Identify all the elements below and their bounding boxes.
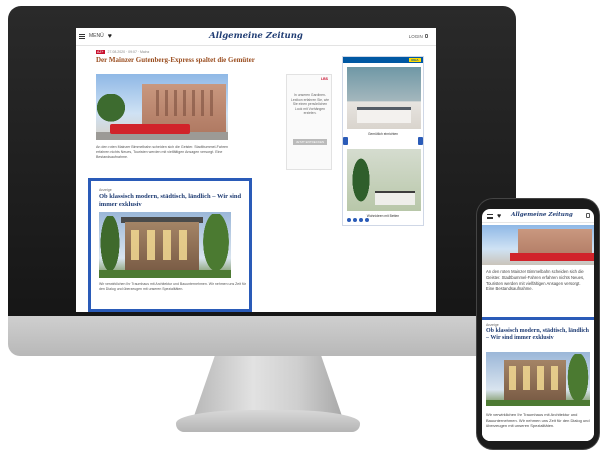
article-date: 27.08.2020 · 09:07 · Mainz [107, 50, 150, 54]
sponsored-headline[interactable]: Ob klassisch modern, städtisch, ländlich… [99, 193, 249, 208]
sponsored-image[interactable] [99, 212, 231, 278]
monitor-stand-base [176, 410, 360, 432]
menu-button[interactable]: MENÜ ♥ [79, 33, 112, 40]
menu-label: MENÜ [89, 33, 104, 39]
hamburger-icon[interactable] [487, 214, 493, 219]
phone-sponsored-headline[interactable]: Ob klassisch modern, städtisch, ländlich… [486, 328, 592, 342]
ad-image-bedroom[interactable] [347, 67, 421, 129]
smartphone: ♥ Allgemeine Zeitung An den roten Mainze… [477, 199, 599, 449]
phone-sponsored-article[interactable]: Anzeige Ob klassisch modern, städtisch, … [482, 317, 594, 441]
carousel-next-icon[interactable] [418, 137, 423, 145]
hamburger-icon [79, 33, 85, 39]
sponsored-teaser: Wir verwirklichen Ihr Traumhaus mit Arch… [99, 282, 247, 291]
desktop-screen: MENÜ ♥ Allgemeine Zeitung LOGIN AZ+ 27.0… [76, 28, 436, 312]
login-label: LOGIN [408, 34, 423, 39]
phone-screen: ♥ Allgemeine Zeitung An den roten Mainze… [482, 209, 594, 441]
article-image[interactable] [96, 74, 228, 140]
phone-sponsored-teaser: Wir verwirklichen Ihr Traumhaus mit Arch… [486, 412, 590, 429]
heart-icon[interactable]: ♥ [108, 33, 112, 40]
login-button[interactable]: LOGIN [409, 34, 428, 39]
sponsored-article[interactable]: Anzeige Ob klassisch modern, städtisch, … [88, 178, 252, 312]
monitor-chin [8, 316, 516, 356]
phone-sponsored-label: Anzeige [486, 323, 499, 327]
ad-logo: LBS [321, 77, 328, 81]
user-icon[interactable] [586, 213, 590, 218]
brand-logo: IKEA [409, 58, 421, 62]
phone-site-logo[interactable]: Allgemeine Zeitung [510, 212, 574, 218]
ad-text: In unseren Gardinen-Lexikon erfahren Sie… [290, 93, 330, 116]
carousel-prev-icon[interactable] [343, 137, 348, 145]
ad-caption-1: Gemütlich einrichten [367, 132, 399, 136]
carousel-dots[interactable] [347, 218, 369, 222]
ad-cta-button[interactable]: JETZT ENTDECKEN [293, 139, 327, 145]
premium-badge: AZ+ [96, 50, 105, 54]
phone-sponsored-image[interactable] [486, 352, 590, 406]
article-meta: AZ+ 27.08.2020 · 09:07 · Mainz [96, 50, 149, 54]
lock-icon [425, 34, 428, 38]
heart-icon[interactable]: ♥ [497, 213, 501, 220]
sponsored-label: Anzeige [99, 188, 112, 192]
site-header: MENÜ ♥ Allgemeine Zeitung LOGIN [76, 28, 436, 46]
skyscraper-ad[interactable]: IKEA Gemütlich einrichten Wohnideen mit … [342, 56, 424, 226]
phone-header: ♥ Allgemeine Zeitung [482, 209, 594, 223]
phone-article-teaser: An den roten Mainzer Bimmelbahn scheiden… [486, 269, 585, 292]
article-headline[interactable]: Der Mainzer Gutenberg-Express spaltet di… [96, 56, 256, 64]
ad-brand-bar: IKEA [343, 57, 423, 63]
side-banner-ad[interactable]: LBS In unseren Gardinen-Lexikon erfahren… [286, 74, 332, 170]
ad-image-room[interactable] [347, 149, 421, 211]
phone-article-image[interactable] [482, 225, 594, 265]
site-logo[interactable]: Allgemeine Zeitung [196, 31, 316, 41]
monitor-stand [194, 356, 342, 416]
article-teaser: An den roten Mainzer Bimmelbahn scheiden… [96, 145, 229, 159]
